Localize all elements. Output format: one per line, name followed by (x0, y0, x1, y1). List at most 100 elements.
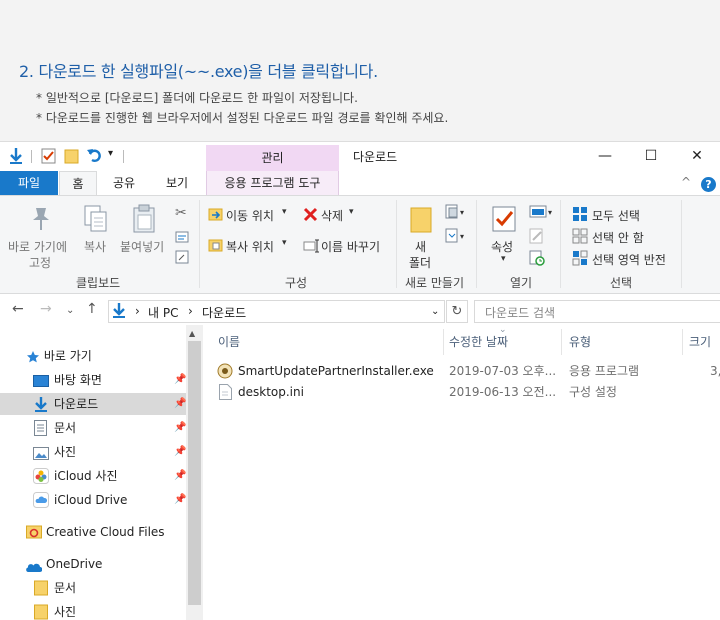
nav-pane-scrollbar[interactable]: ▲ (186, 325, 203, 620)
delete-chevron-icon[interactable]: ▾ (349, 207, 354, 217)
pin-icon[interactable]: 📌 (174, 369, 186, 391)
sidebar-item-icloud-photos[interactable]: iCloud 사진 📌 (0, 465, 186, 487)
refresh-button[interactable]: ↻ (446, 300, 468, 323)
search-placeholder: 다운로드 검색 (485, 306, 556, 320)
pin-icon[interactable]: 📌 (174, 489, 186, 511)
sidebar-item-desktop[interactable]: 바탕 화면 📌 (0, 369, 186, 391)
sidebar-item-onedrive-documents[interactable]: 문서 (0, 577, 186, 599)
tab-share[interactable]: 공유 (104, 171, 144, 195)
sidebar-item-creative-cloud[interactable]: Creative Cloud Files (0, 521, 186, 543)
invert-selection-icon (572, 250, 588, 270)
move-to-button[interactable]: 이동 위치 (226, 207, 274, 224)
column-header-name[interactable]: 이름 (218, 333, 240, 350)
maximize-button[interactable]: ☐ (628, 142, 674, 171)
toolbar-divider (123, 150, 124, 163)
instruction-panel: 2. 다운로드 한 실행파일(~~.exe)을 더블 클릭합니다. * 일반적으… (0, 0, 720, 141)
pin-icon[interactable]: 📌 (174, 393, 186, 415)
customize-toolbar-chevron-icon[interactable]: ▾ (108, 148, 113, 159)
scroll-up-arrow-icon[interactable]: ▲ (189, 329, 195, 338)
copy-to-chevron-icon[interactable]: ▾ (282, 238, 287, 248)
history-icon[interactable] (529, 250, 545, 270)
paste-shortcut-icon[interactable] (175, 249, 189, 268)
close-button[interactable]: ✕ (674, 142, 720, 171)
file-name: desktop.ini (238, 385, 304, 399)
sidebar-item-documents[interactable]: 문서 📌 (0, 417, 186, 439)
nav-quick-access[interactable]: 바로 가기 (26, 345, 92, 367)
select-all-button[interactable]: 모두 선택 (592, 207, 640, 224)
properties-check-icon[interactable] (41, 148, 56, 168)
file-type: 응용 프로그램 (569, 364, 640, 378)
minimize-button[interactable]: — (582, 142, 628, 171)
copy-button[interactable]: 복사 (84, 238, 106, 255)
icloud-drive-icon (33, 492, 49, 515)
down-arrow-icon[interactable] (8, 147, 24, 169)
undo-icon[interactable] (86, 147, 102, 167)
cut-icon[interactable]: ✂ (175, 205, 187, 221)
sidebar-item-downloads[interactable]: 다운로드 📌 (0, 393, 186, 415)
copy-to-icon (208, 237, 224, 257)
help-icon[interactable]: ? (701, 177, 716, 192)
column-header-date[interactable]: 수정한 날짜 (449, 333, 508, 350)
column-divider[interactable] (561, 329, 562, 355)
tab-view[interactable]: 보기 (157, 171, 197, 195)
edit-icon[interactable] (529, 228, 545, 248)
open-group-label: 열기 (510, 276, 533, 290)
address-bar[interactable]: › 내 PC › 다운로드 ⌄ (108, 300, 445, 323)
navigation-pane: 바로 가기 바탕 화면 📌 다운로드 📌 문서 📌 사진 📌 iCloud 사진… (0, 325, 204, 620)
copy-to-button[interactable]: 복사 위치 (226, 238, 274, 255)
tab-home[interactable]: 홈 (59, 171, 97, 195)
new-folder-icon[interactable] (64, 148, 80, 168)
sidebar-item-onedrive-pictures[interactable]: 사진 (0, 601, 186, 620)
tab-file[interactable]: 파일 (0, 171, 58, 195)
column-divider[interactable] (443, 329, 444, 355)
breadcrumb-this-pc[interactable]: 내 PC (148, 304, 178, 321)
back-arrow-icon[interactable]: ← (12, 301, 24, 317)
open-icon[interactable]: ▾ (529, 204, 555, 223)
sidebar-item-onedrive[interactable]: OneDrive (0, 553, 186, 575)
properties-button[interactable]: 속성 (491, 238, 513, 255)
delete-button[interactable]: 삭제 (321, 207, 343, 224)
icloud-photos-icon (33, 468, 49, 491)
properties-chevron-icon[interactable]: ▾ (501, 254, 506, 264)
column-header-size[interactable]: 크기 (689, 333, 711, 350)
rename-button[interactable]: 이름 바꾸기 (321, 238, 380, 255)
up-arrow-icon[interactable]: ↑ (86, 301, 98, 317)
search-input[interactable]: 다운로드 검색 (474, 300, 720, 323)
sort-chevron-icon: ⌄ (499, 325, 507, 335)
new-item-icon[interactable]: ▾ (445, 204, 467, 224)
table-row[interactable]: desktop.ini 2019-06-13 오전... 구성 설정 (206, 382, 720, 403)
window-title: 다운로드 (353, 150, 398, 164)
tab-application-tools[interactable]: 응용 프로그램 도구 (206, 171, 339, 195)
svg-text:▾: ▾ (460, 232, 464, 241)
collapse-ribbon-icon[interactable]: ^ (681, 175, 691, 189)
pin-icon (30, 206, 52, 236)
paste-button[interactable]: 붙여넣기 (120, 238, 164, 255)
pin-icon[interactable]: 📌 (174, 441, 186, 463)
select-none-button[interactable]: 선택 안 함 (592, 229, 644, 246)
file-date: 2019-07-03 오후... (449, 364, 557, 378)
move-to-chevron-icon[interactable]: ▾ (282, 207, 287, 217)
invert-selection-button[interactable]: 선택 영역 반전 (592, 251, 666, 268)
sidebar-item-icloud-drive[interactable]: iCloud Drive 📌 (0, 489, 186, 511)
delete-icon (303, 207, 318, 226)
recent-locations-chevron-icon[interactable]: ⌄ (66, 305, 74, 316)
forward-arrow-icon[interactable]: → (40, 301, 52, 317)
column-header-type[interactable]: 유형 (569, 333, 591, 350)
toolbar-divider (31, 150, 32, 163)
table-row[interactable]: SmartUpdatePartnerInstaller.exe 2019-07-… (206, 361, 720, 382)
properties-large-icon (491, 205, 517, 237)
scrollbar-thumb[interactable] (188, 341, 201, 605)
breadcrumb-downloads[interactable]: 다운로드 (202, 304, 246, 321)
move-to-icon (208, 206, 224, 226)
pin-quick-access-button[interactable]: 바로 가기에 (8, 238, 67, 255)
copy-path-icon[interactable] (175, 228, 189, 247)
new-folder-button[interactable]: 새 (415, 238, 426, 255)
svg-text:▾: ▾ (548, 208, 552, 217)
address-history-chevron-icon[interactable]: ⌄ (431, 306, 439, 317)
sidebar-item-pictures[interactable]: 사진 📌 (0, 441, 186, 463)
pin-icon[interactable]: 📌 (174, 417, 186, 439)
ribbon-group-divider (560, 200, 561, 288)
easy-access-icon[interactable]: ▾ (445, 228, 467, 248)
column-divider[interactable] (682, 329, 683, 355)
pin-icon[interactable]: 📌 (174, 465, 186, 487)
